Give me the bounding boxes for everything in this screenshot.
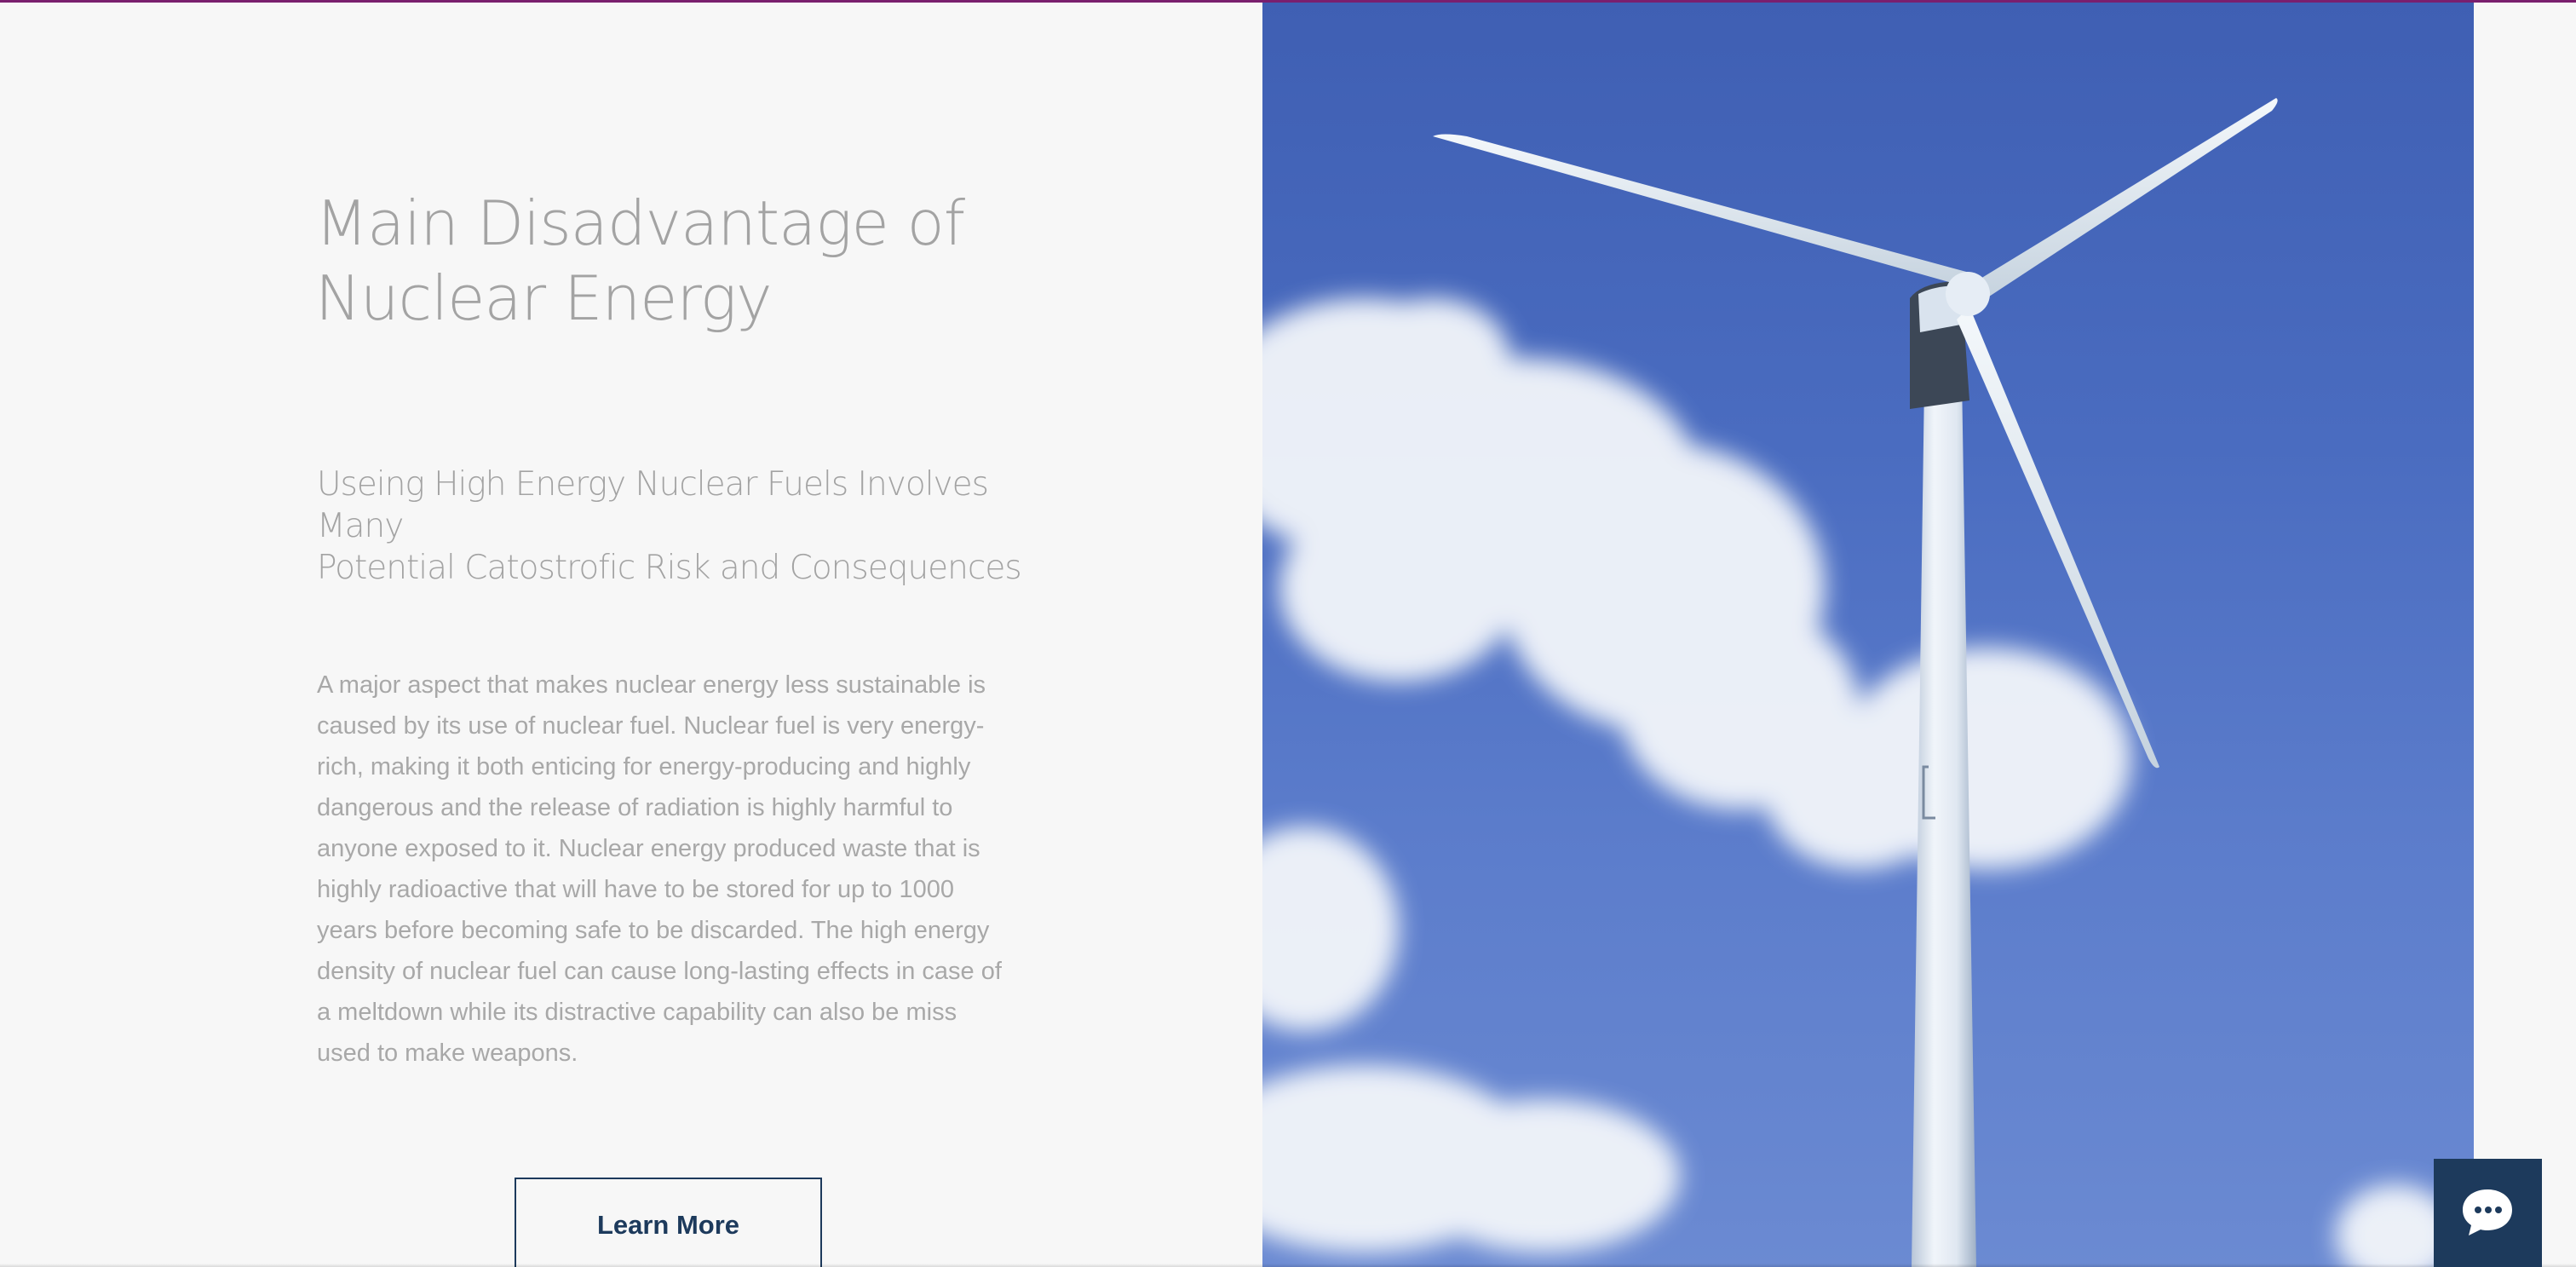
body-line: caused by its use of nuclear fuel. Nucle…	[317, 712, 985, 740]
body-line: years before becoming safe to be discard…	[317, 917, 990, 944]
top-accent-bar	[0, 0, 2576, 3]
chat-bubble-icon	[2463, 1189, 2512, 1235]
body-line: density of nuclear fuel can cause long-l…	[317, 958, 1002, 985]
body-line: highly radioactive that will have to be …	[317, 876, 955, 903]
body-line: anyone exposed to it. Nuclear energy pro…	[317, 835, 980, 862]
body-line: A major aspect that makes nuclear energy…	[317, 671, 986, 699]
wind-turbine-illustration	[1262, 98, 2455, 1267]
body-line: a meltdown while its distractive capabil…	[317, 999, 957, 1026]
text-column: Main Disadvantage of Nuclear Energy Usei…	[0, 0, 1262, 1267]
section-heading: Main Disadvantage of Nuclear Energy	[315, 186, 1082, 336]
heading-line-1: Main Disadvantage of	[315, 187, 965, 259]
turbine-hub	[1946, 272, 1990, 316]
subheading-line-2: Potential Catostrofic Risk and Consequen…	[317, 549, 1022, 587]
body-line: rich, making it both enticing for energy…	[317, 753, 971, 780]
bottom-shadow	[0, 1264, 2576, 1267]
section-subheading: Useing High Energy Nuclear Fuels Involve…	[317, 464, 1084, 589]
wind-turbine-image	[1262, 0, 2474, 1267]
subheading-line-1: Useing High Energy Nuclear Fuels Involve…	[317, 465, 989, 545]
chat-button[interactable]	[2434, 1159, 2542, 1267]
page: Main Disadvantage of Nuclear Energy Usei…	[0, 0, 2576, 1267]
turbine-tower	[1912, 324, 1976, 1267]
body-line: used to make weapons.	[317, 1040, 578, 1067]
learn-more-button[interactable]: Learn More	[515, 1178, 822, 1267]
body-paragraph: A major aspect that makes nuclear energy…	[317, 665, 1032, 1074]
clouds	[1262, 298, 2455, 1267]
heading-line-2: Nuclear Energy	[315, 262, 773, 334]
body-line: dangerous and the release of radiation i…	[317, 794, 953, 821]
